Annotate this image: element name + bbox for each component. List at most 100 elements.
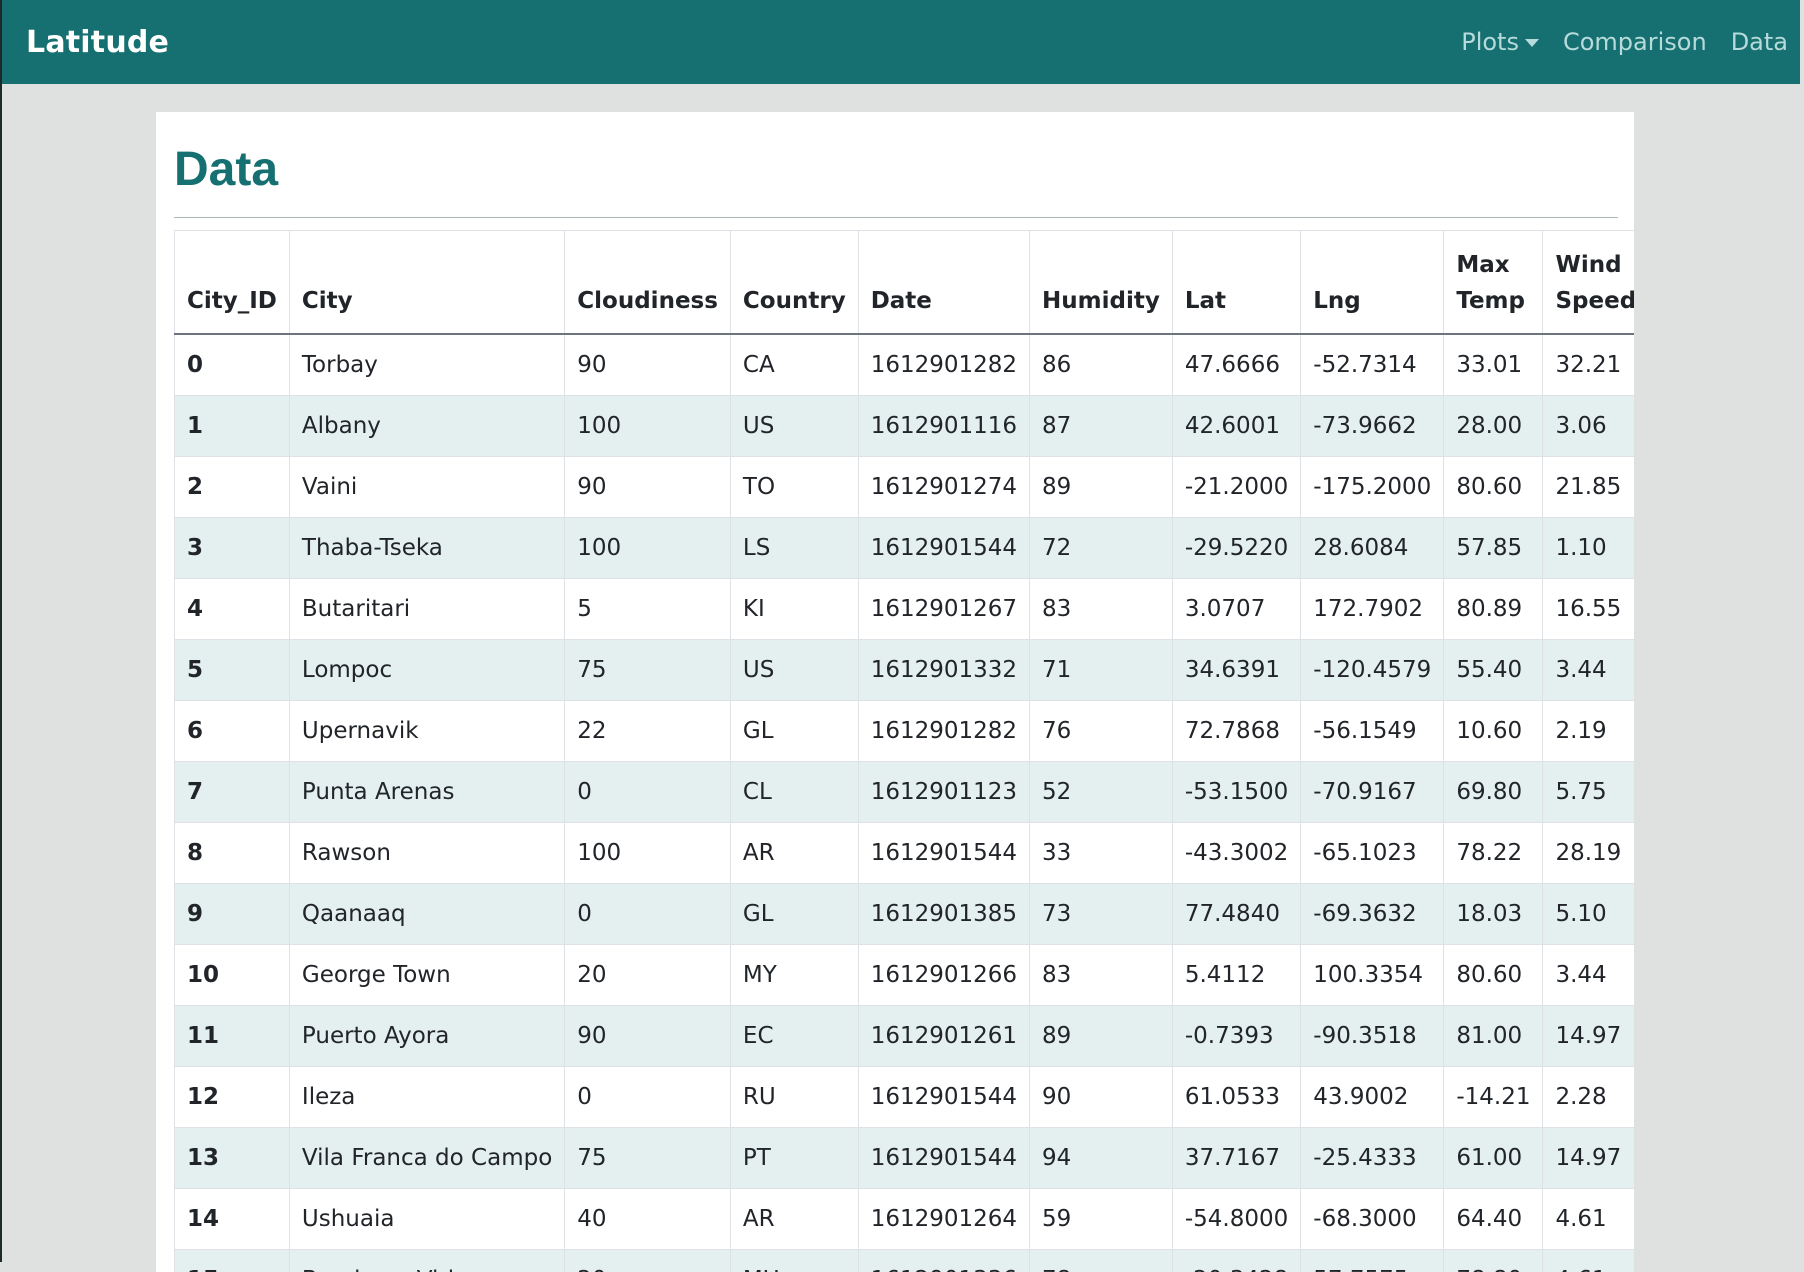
table-cell: 59	[1029, 1188, 1173, 1251]
table-cell: 20	[564, 944, 731, 1007]
row-id-cell: 15	[174, 1249, 290, 1272]
table-cell: Ileza	[288, 1066, 566, 1129]
table-cell: 1612901266	[857, 944, 1031, 1007]
table-row: 0 Torbay 90 CA 1612901282 86 47.6666 -52.7314 33…	[174, 333, 1634, 397]
table-cell: 83	[1029, 578, 1173, 641]
table-cell: 5.4112	[1171, 944, 1302, 1007]
table-cell: 21.85	[1542, 456, 1634, 519]
table-cell: 1612901385	[857, 883, 1031, 946]
table-row: 12 Ileza 0 RU 1612901544 90 61.0533 43.9002 -14.…	[174, 1066, 1634, 1129]
table-cell: 1.10	[1542, 517, 1634, 580]
table-cell: 80.60	[1443, 944, 1544, 1007]
table-cell: 32.21	[1542, 333, 1634, 397]
table-cell: US	[729, 639, 859, 702]
row-id-cell: 1	[174, 395, 290, 458]
table-cell: 34.6391	[1171, 639, 1302, 702]
table-cell: 72	[1029, 517, 1173, 580]
window-edge	[0, 0, 2, 1262]
table-cell: -65.1023	[1300, 822, 1445, 885]
table-cell: Upernavik	[288, 700, 566, 763]
table-cell: RU	[729, 1066, 859, 1129]
table-cell: 1612901274	[857, 456, 1031, 519]
table-cell: Albany	[288, 395, 566, 458]
table-cell: -69.3632	[1300, 883, 1445, 946]
table-cell: KI	[729, 578, 859, 641]
table-row: 7 Punta Arenas 0 CL 1612901123 52 -53.1500 -70.…	[174, 761, 1634, 824]
row-id-cell: 10	[174, 944, 290, 1007]
nav-plots-dropdown[interactable]: Plots	[1461, 28, 1539, 56]
table-cell: Qaanaaq	[288, 883, 566, 946]
table-body: 0 Torbay 90 CA 1612901282 86 47.6666 -52.7314 33…	[174, 333, 1634, 1272]
table-cell: Thaba-Tseka	[288, 517, 566, 580]
table-row: 9 Qaanaaq 0 GL 1612901385 73 77.4840 -69.3632 18…	[174, 883, 1634, 946]
table-cell: 90	[564, 333, 731, 397]
table-cell: 100.3354	[1300, 944, 1445, 1007]
table-cell: 89	[1029, 456, 1173, 519]
table-cell: 3.0707	[1171, 578, 1302, 641]
table-cell: -14.21	[1443, 1066, 1544, 1129]
table-cell: PT	[729, 1127, 859, 1190]
table-cell: 1612901267	[857, 578, 1031, 641]
table-row: 13 Vila Franca do Campo 75 PT 1612901544 94 37…	[174, 1127, 1634, 1190]
table-cell: 81.00	[1443, 1005, 1544, 1068]
table-cell: Bambous Virieux	[288, 1249, 566, 1272]
nav-comparison[interactable]: Comparison	[1563, 28, 1707, 56]
table-cell: -25.4333	[1300, 1127, 1445, 1190]
table-cell: -120.4579	[1300, 639, 1445, 702]
table-cell: GL	[729, 883, 859, 946]
table-cell: 4.61	[1542, 1249, 1634, 1272]
table-cell: 14.97	[1542, 1005, 1634, 1068]
table-cell: 5.10	[1542, 883, 1634, 946]
table-cell: Ushuaia	[288, 1188, 566, 1251]
table-cell: 47.6666	[1171, 333, 1302, 397]
table-cell: 14.97	[1542, 1127, 1634, 1190]
column-header: Lat	[1171, 230, 1302, 336]
table-cell: George Town	[288, 944, 566, 1007]
table-cell: 28.00	[1443, 395, 1544, 458]
nav-data[interactable]: Data	[1731, 28, 1788, 56]
table-cell: 1612901544	[857, 517, 1031, 580]
table-cell: 40	[564, 1188, 731, 1251]
table-cell: TO	[729, 456, 859, 519]
table-cell: 61.0533	[1171, 1066, 1302, 1129]
table-cell: 90	[1029, 1066, 1173, 1129]
table-cell: 100	[564, 517, 731, 580]
table-cell: 78	[1029, 1249, 1173, 1272]
table-cell: 28.6084	[1300, 517, 1445, 580]
table-cell: -90.3518	[1300, 1005, 1445, 1068]
table-cell: 100	[564, 395, 731, 458]
table-cell: -21.2000	[1171, 456, 1302, 519]
column-header: Date	[857, 230, 1031, 336]
table-cell: 1612901336	[857, 1249, 1031, 1272]
table-cell: -56.1549	[1300, 700, 1445, 763]
column-header: Country	[729, 230, 859, 336]
table-cell: 1612901282	[857, 333, 1031, 397]
row-id-cell: 11	[174, 1005, 290, 1068]
row-id-cell: 5	[174, 639, 290, 702]
column-header: City	[288, 230, 566, 336]
table-cell: 94	[1029, 1127, 1173, 1190]
table-cell: -43.3002	[1171, 822, 1302, 885]
table-cell: 33	[1029, 822, 1173, 885]
table-cell: 43.9002	[1300, 1066, 1445, 1129]
table-header: City_ID City Cloudiness Country Date Humidity…	[174, 230, 1634, 336]
brand-logo[interactable]: Latitude	[26, 25, 169, 60]
table-row: 11 Puerto Ayora 90 EC 1612901261 89 -0.7393 -90…	[174, 1005, 1634, 1068]
table-cell: GL	[729, 700, 859, 763]
table-row: 15Bambous Virieux20MU161290133678-20.342…	[174, 1249, 1634, 1272]
table-cell: Butaritari	[288, 578, 566, 641]
table-cell: 57.85	[1443, 517, 1544, 580]
table-cell: Vaini	[288, 456, 566, 519]
table-cell: 28.19	[1542, 822, 1634, 885]
row-id-cell: 14	[174, 1188, 290, 1251]
table-cell: 1612901282	[857, 700, 1031, 763]
column-header: Cloudiness	[564, 230, 731, 336]
table-cell: 5	[564, 578, 731, 641]
table-cell: 1612901544	[857, 822, 1031, 885]
table-cell: -52.7314	[1300, 333, 1445, 397]
table-row: 1 Albany 100 US 1612901116 87 42.6001 -73.9662 2…	[174, 395, 1634, 458]
row-id-cell: 2	[174, 456, 290, 519]
divider	[174, 217, 1618, 219]
table-cell: 55.40	[1443, 639, 1544, 702]
table-cell: 33.01	[1443, 333, 1544, 397]
